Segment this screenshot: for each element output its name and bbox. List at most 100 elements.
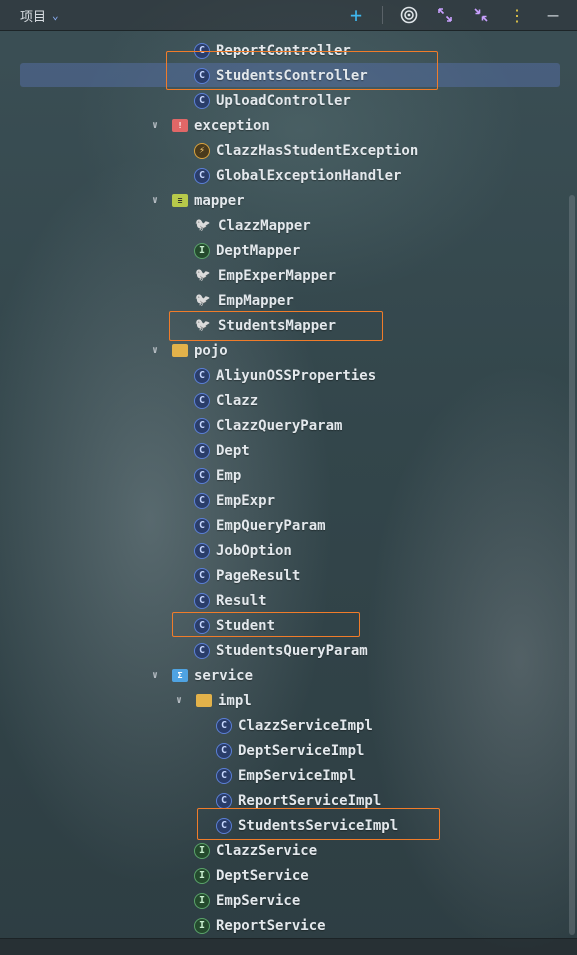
- tree-item-label: ReportService: [216, 917, 326, 934]
- tree-item[interactable]: 🐦 StudentsMapper: [0, 313, 577, 338]
- tree-item[interactable]: C ReportServiceImpl: [0, 788, 577, 813]
- exception-folder-icon: !: [172, 119, 188, 132]
- tree-item[interactable]: C DeptServiceImpl: [0, 738, 577, 763]
- tree-item[interactable]: C AliyunOSSProperties: [0, 363, 577, 388]
- class-icon: C: [194, 467, 210, 484]
- tree-item[interactable]: C StudentsServiceImpl: [0, 813, 577, 838]
- tree-item-label: ClazzMapper: [218, 217, 311, 234]
- tree-item[interactable]: 🐦 EmpExperMapper: [0, 263, 577, 288]
- mybatis-mapper-icon: 🐦: [194, 268, 212, 283]
- mybatis-mapper-icon: 🐦: [194, 218, 212, 233]
- tree-item-label: DeptServiceImpl: [238, 742, 365, 759]
- tree-item[interactable]: ∨ impl: [0, 688, 577, 713]
- tree-item-label: PageResult: [216, 567, 301, 584]
- tree-item[interactable]: ∨ pojo: [0, 338, 577, 363]
- more-icon[interactable]: ⋮: [505, 3, 529, 27]
- class-icon: C: [194, 92, 210, 109]
- class-icon: C: [216, 742, 232, 759]
- folder-icon: [172, 344, 188, 357]
- tree-item[interactable]: C PageResult: [0, 563, 577, 588]
- tree-item[interactable]: I EmpService: [0, 888, 577, 913]
- tree-item-label: StudentsMapper: [218, 317, 337, 334]
- minimize-icon[interactable]: —: [541, 3, 565, 27]
- tree-item-label: Emp: [216, 467, 242, 484]
- tree-item[interactable]: C ReportController: [0, 38, 577, 63]
- tree-item-label: EmpService: [216, 892, 301, 909]
- tree-item[interactable]: C StudentsController: [0, 63, 577, 88]
- target-icon[interactable]: [397, 3, 421, 27]
- tree-item[interactable]: I ReportService: [0, 913, 577, 938]
- expand-arrow-icon[interactable]: ∨: [148, 195, 162, 206]
- tree-item[interactable]: 🐦 EmpMapper: [0, 288, 577, 313]
- class-icon: C: [194, 67, 210, 84]
- add-icon[interactable]: +: [344, 3, 368, 27]
- bottom-bar: [0, 938, 577, 955]
- tree-item-label: EmpExpr: [216, 492, 276, 509]
- class-icon: C: [216, 767, 232, 784]
- tree-item[interactable]: I DeptMapper: [0, 238, 577, 263]
- tree-item[interactable]: C EmpExpr: [0, 488, 577, 513]
- tree-item[interactable]: C JobOption: [0, 538, 577, 563]
- tree-item-label: exception: [194, 117, 270, 134]
- class-icon: C: [194, 167, 210, 184]
- mapper-folder-icon: ≡: [172, 194, 188, 207]
- tree-item[interactable]: I DeptService: [0, 863, 577, 888]
- expand-arrow-icon[interactable]: ∨: [172, 695, 186, 706]
- interface-icon: I: [194, 892, 210, 909]
- tree-item-label: Student: [216, 617, 276, 634]
- tree-item[interactable]: C GlobalExceptionHandler: [0, 163, 577, 188]
- expand-arrow-icon[interactable]: ∨: [148, 120, 162, 131]
- tree-item[interactable]: 🐦 ClazzMapper: [0, 213, 577, 238]
- tree-item-label: ClazzService: [216, 842, 318, 859]
- tree-item-label: pojo: [194, 342, 228, 359]
- tree-item-label: ReportServiceImpl: [238, 792, 382, 809]
- tree-item[interactable]: C StudentsQueryParam: [0, 638, 577, 663]
- chevron-down-icon[interactable]: ⌄: [52, 9, 59, 22]
- class-icon: C: [194, 442, 210, 459]
- class-icon: C: [194, 492, 210, 509]
- tree-item-label: impl: [218, 692, 252, 709]
- tree-item[interactable]: C UploadController: [0, 88, 577, 113]
- tree-item-label: UploadController: [216, 92, 351, 109]
- tree-item-label: AliyunOSSProperties: [216, 367, 377, 384]
- tree-item[interactable]: C EmpServiceImpl: [0, 763, 577, 788]
- tree-item[interactable]: C EmpQueryParam: [0, 513, 577, 538]
- folder-icon: [196, 694, 212, 707]
- tree-item[interactable]: C Dept: [0, 438, 577, 463]
- tree-item[interactable]: C ClazzQueryParam: [0, 413, 577, 438]
- tree-item-label: StudentsController: [216, 67, 368, 84]
- class-icon: C: [194, 42, 210, 59]
- class-icon: C: [194, 642, 210, 659]
- panel-title[interactable]: 项目: [20, 6, 46, 25]
- mybatis-mapper-icon: 🐦: [194, 318, 212, 333]
- class-icon: C: [194, 567, 210, 584]
- tree-item-label: ReportController: [216, 42, 351, 59]
- class-icon: C: [194, 392, 210, 409]
- tree-item[interactable]: ⚡ ClazzHasStudentException: [0, 138, 577, 163]
- tree-item[interactable]: ∨ Σservice: [0, 663, 577, 688]
- tree-item[interactable]: I ClazzService: [0, 838, 577, 863]
- interface-icon: I: [194, 242, 210, 259]
- expand-arrow-icon[interactable]: ∨: [148, 670, 162, 681]
- exception-icon: ⚡: [194, 142, 210, 159]
- tree-item-label: ClazzHasStudentException: [216, 142, 419, 159]
- tree-item[interactable]: ∨ ≡ mapper: [0, 188, 577, 213]
- expand-icon[interactable]: [433, 3, 457, 27]
- tree-item-label: JobOption: [216, 542, 292, 559]
- vertical-scrollbar[interactable]: [569, 195, 575, 935]
- tree-item-label: EmpQueryParam: [216, 517, 326, 534]
- expand-arrow-icon[interactable]: ∨: [148, 345, 162, 356]
- class-icon: C: [216, 717, 232, 734]
- tree-item-label: StudentsQueryParam: [216, 642, 368, 659]
- tree-item[interactable]: C Clazz: [0, 388, 577, 413]
- tree-item[interactable]: ∨! exception: [0, 113, 577, 138]
- tree-item[interactable]: C ClazzServiceImpl: [0, 713, 577, 738]
- class-icon: C: [194, 367, 210, 384]
- tree-item-label: Clazz: [216, 392, 259, 409]
- toolbar-icons: + ⋮ —: [344, 3, 565, 27]
- tree-item[interactable]: C Emp: [0, 463, 577, 488]
- tree-item[interactable]: C Student: [0, 613, 577, 638]
- class-icon: C: [194, 542, 210, 559]
- tree-item[interactable]: C Result: [0, 588, 577, 613]
- collapse-icon[interactable]: [469, 3, 493, 27]
